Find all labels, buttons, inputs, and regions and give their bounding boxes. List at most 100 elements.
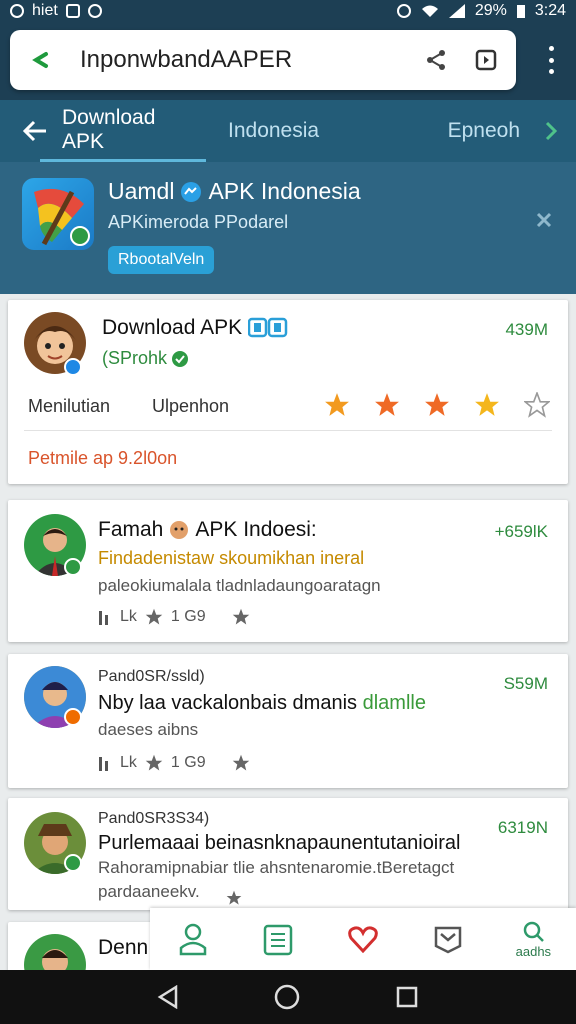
status-time: 3:24 [534, 2, 566, 19]
image-icon [65, 4, 80, 18]
tabs-icon[interactable] [472, 46, 500, 74]
card-title-text: Famah [98, 518, 164, 541]
status-left-text: hiet [32, 2, 58, 19]
system-nav-bar [0, 970, 576, 1024]
inbox-icon [434, 926, 462, 954]
tab-download-apk[interactable]: Download APK [40, 100, 206, 162]
favorite-star-icon[interactable] [226, 890, 242, 906]
app-size: 6319N [497, 818, 548, 837]
card-line-3: pardaaneekv. [98, 882, 200, 901]
card-line-1-text: Findadenistaw skoumikhan [98, 548, 316, 568]
meta-count: Lk [120, 754, 137, 771]
emoji-icon [170, 521, 189, 539]
battery-text: 29% [474, 2, 507, 19]
status-bar: hiet 29% 3:24 [0, 0, 576, 22]
nav-search-label: aadhs [515, 943, 552, 959]
favorite-star-icon[interactable] [232, 608, 250, 626]
star-icon[interactable] [424, 392, 450, 418]
bottom-nav: aadhs [150, 908, 576, 970]
chevron-right-icon[interactable] [526, 100, 576, 162]
meta-count: Lk [120, 608, 137, 625]
wifi-icon [421, 5, 438, 17]
app-size: +659lK [494, 522, 548, 541]
battery-icon [516, 5, 525, 18]
star-icon[interactable] [324, 392, 350, 418]
star-empty-icon[interactable] [524, 392, 550, 418]
badge-icon [64, 708, 82, 726]
star-icon [145, 754, 163, 771]
status-right: 29% 3:24 [396, 2, 566, 20]
card-title: Denn [98, 936, 149, 959]
vibrate-icon [87, 4, 102, 18]
verified-icon [64, 358, 82, 376]
card-title-suffix: APK Indoesi: [195, 518, 317, 541]
system-home-icon[interactable] [274, 984, 300, 1010]
promo-title-text: Uamdl [108, 178, 175, 204]
app-size: S59M [503, 674, 548, 693]
card-line-1: Findadenistaw skoumikhan ineral [98, 548, 364, 569]
card-line-2: daeses aibns [98, 720, 199, 739]
divider [24, 430, 552, 431]
tab-indonesia[interactable]: Indonesia [222, 100, 325, 162]
nav-profile[interactable] [163, 914, 223, 964]
url-text[interactable]: InponwbandAAPER [80, 46, 400, 74]
card-footer[interactable]: Petmile ap 9.2l0on [28, 448, 177, 469]
card-meta: Lk 1 G9 [98, 754, 250, 772]
card-title: Famah APK Indoesi: [98, 518, 317, 542]
card-line-2: paleokiumalala tladnladaungoaratagn [98, 576, 381, 595]
card-line-2: Rahoramipnabiar tlie ahsntenaromie.tBere… [98, 858, 455, 877]
app-badge-icon [248, 317, 288, 338]
signal-icon [448, 4, 465, 18]
nav-documents[interactable] [248, 914, 308, 964]
browser-toolbar: InponwbandAAPER [0, 22, 576, 100]
app-icon[interactable] [22, 178, 94, 250]
notification-icon [10, 4, 24, 18]
heart-icon [348, 926, 378, 953]
app-size: 439M [505, 320, 548, 339]
promo-banner: Uamdl APK Indonesia APKimeroda PPodarel … [0, 162, 576, 294]
meta-rating: 1 G9 [170, 754, 206, 771]
download-count-icon [99, 757, 108, 771]
system-recents-icon[interactable] [395, 985, 419, 1009]
overflow-menu-icon[interactable] [546, 46, 556, 74]
tab-third[interactable]: Epneoh [442, 100, 526, 162]
promo-title-suffix: APK Indonesia [208, 178, 361, 204]
search-icon [524, 921, 545, 942]
download-count-icon [99, 611, 108, 625]
card-subtitle-text: (SProhk [102, 348, 168, 368]
star-icon [145, 608, 163, 625]
profile-icon [179, 923, 206, 956]
card-line-1: Purlemaaai beinasnknapaunentutanioiral [98, 832, 461, 854]
star-icon[interactable] [374, 392, 400, 418]
favorite-star-icon[interactable] [232, 754, 250, 772]
nav-favorites[interactable] [333, 914, 393, 964]
card-subtitle: (SProhk [102, 348, 189, 369]
alarm-icon [396, 4, 411, 18]
star-icon[interactable] [474, 392, 500, 418]
promo-pill-button[interactable]: RbootalVeln [108, 246, 215, 274]
card-line-1: Nby laa vackalonbais dmanis dlamlle [98, 692, 426, 715]
system-back-icon[interactable] [157, 985, 179, 1009]
url-bar[interactable]: InponwbandAAPER [10, 30, 516, 90]
card-title-text: Download APK [102, 316, 243, 339]
close-icon[interactable] [534, 210, 554, 230]
tab-bar: Download APK Indonesia Epneoh [0, 100, 576, 162]
card-title: Pand0SR3S34) [98, 810, 210, 827]
card-title: Download APK [102, 316, 288, 340]
share-icon[interactable] [422, 46, 450, 74]
app-card-featured[interactable]: Download APK 439M (SProhk Menilutian Ulp… [8, 300, 568, 484]
verified-icon [64, 558, 82, 576]
nav-inbox[interactable] [418, 914, 478, 964]
document-icon [263, 924, 293, 956]
status-left: hiet [10, 2, 102, 20]
card-line-1-highlight: ineral [320, 548, 365, 568]
app-card[interactable]: Famah APK Indoesi: +659lK Findadenistaw … [8, 500, 568, 642]
app-card[interactable]: Pand0SR3S34) 6319N Purlemaaai beinasnkna… [8, 798, 568, 910]
card-title: Pand0SR/ssld) [98, 668, 205, 685]
check-circle-icon [172, 350, 189, 367]
app-card[interactable]: Pand0SR/ssld) S59M Nby laa vackalonbais … [8, 654, 568, 788]
nav-search[interactable]: aadhs [503, 914, 563, 964]
card-line-1-highlight: dlamlle [362, 692, 426, 714]
messenger-icon [181, 181, 202, 202]
label-left: Menilutian [28, 396, 111, 416]
